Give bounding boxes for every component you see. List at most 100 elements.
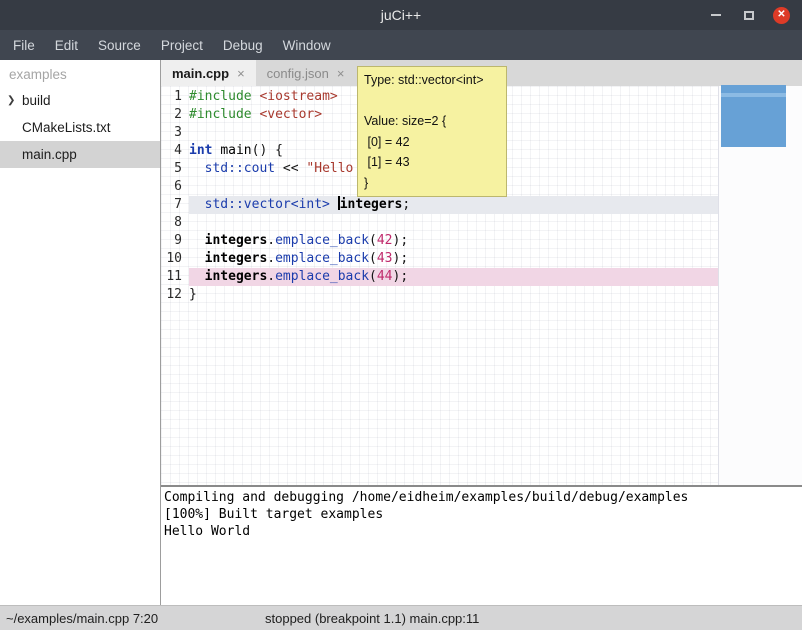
code-token: int	[189, 143, 212, 158]
minimize-icon	[711, 14, 721, 16]
code-token: emplace_back	[275, 233, 369, 248]
close-button[interactable]: ✕	[773, 7, 790, 24]
output-panel[interactable]: Compiling and debugging /home/eidheim/ex…	[161, 487, 802, 605]
line-text: integers.emplace_back(42);	[189, 232, 718, 250]
code-token: std::cout	[205, 161, 275, 176]
expander-arrow-icon[interactable]: ❯	[7, 95, 22, 106]
cursor-position: ~/examples/main.cpp 7:20	[0, 611, 158, 626]
code-token: (	[369, 233, 377, 248]
line-number: 9	[161, 232, 189, 250]
tree-item-label: main.cpp	[22, 147, 77, 162]
tooltip-line: Type: std::vector<int>	[364, 70, 500, 91]
code-token: main	[220, 143, 251, 158]
tab-config-json[interactable]: config.json ×	[256, 60, 356, 86]
project-header: examples	[0, 60, 160, 87]
code-token: #include	[189, 89, 252, 104]
tree-item-cmakelists-txt[interactable]: CMakeLists.txt	[0, 114, 160, 141]
code-token: integers	[340, 197, 403, 212]
code-token	[189, 251, 205, 266]
code-line-7[interactable]: 7 std::vector<int> integers;	[161, 196, 718, 214]
line-number: 12	[161, 286, 189, 304]
code-line-8[interactable]: 8	[161, 214, 718, 232]
window-controls: ✕	[707, 7, 802, 24]
menu-item-project[interactable]: Project	[151, 32, 213, 59]
title-bar[interactable]: juCi++ ✕	[0, 0, 802, 30]
code-token	[189, 269, 205, 284]
tab-close-icon[interactable]: ×	[237, 66, 245, 81]
tab-close-icon[interactable]: ×	[337, 66, 345, 81]
app-window: juCi++ ✕ FileEditSourceProjectDebugWindo…	[0, 0, 802, 630]
restore-button[interactable]	[740, 7, 757, 24]
code-token: .	[267, 251, 275, 266]
line-text	[189, 214, 718, 232]
line-text: }	[189, 286, 718, 304]
menu-bar: FileEditSourceProjectDebugWindow	[0, 30, 802, 60]
tooltip-line	[364, 91, 500, 112]
code-token: );	[393, 269, 409, 284]
line-text: integers.emplace_back(43);	[189, 250, 718, 268]
code-token: () {	[252, 143, 283, 158]
code-token: <<	[275, 161, 306, 176]
tooltip-line: }	[364, 173, 500, 194]
debug-status: stopped (breakpoint 1.1) main.cpp:11	[265, 611, 479, 626]
tooltip-line: [0] = 42	[364, 132, 500, 153]
code-token	[189, 233, 205, 248]
menu-item-file[interactable]: File	[3, 32, 45, 59]
overview-stripe	[721, 93, 786, 97]
code-token: ;	[402, 197, 410, 212]
tree-item-label: build	[22, 93, 51, 108]
code-token: 43	[377, 251, 393, 266]
tooltip-line: [1] = 43	[364, 152, 500, 173]
code-token	[189, 197, 205, 212]
code-token: );	[393, 233, 409, 248]
output-line: Compiling and debugging /home/eidheim/ex…	[164, 489, 799, 506]
main-area: examples ❯build CMakeLists.txt main.cpp ma…	[0, 60, 802, 605]
line-number: 3	[161, 124, 189, 142]
debug-tooltip: Type: std::vector<int> Value: size=2 { […	[357, 66, 507, 197]
code-token: (	[369, 251, 377, 266]
line-text: std::vector<int> integers;	[189, 196, 718, 214]
code-token	[189, 161, 205, 176]
output-line: Hello World	[164, 523, 799, 540]
code-token: 44	[377, 269, 393, 284]
code-token: emplace_back	[275, 251, 369, 266]
code-token: integers	[205, 251, 268, 266]
line-number: 4	[161, 142, 189, 160]
editor-pane: main.cpp×config.json× 1#include <iostrea…	[161, 60, 802, 605]
tree-item-main-cpp[interactable]: main.cpp	[0, 141, 160, 168]
tooltip-line: Value: size=2 {	[364, 111, 500, 132]
menu-item-window[interactable]: Window	[273, 32, 341, 59]
line-number: 10	[161, 250, 189, 268]
code-token: integers	[205, 269, 268, 284]
code-token: (	[369, 269, 377, 284]
tab-label: main.cpp	[172, 66, 229, 81]
menu-item-edit[interactable]: Edit	[45, 32, 88, 59]
code-token: std::vector<int>	[205, 197, 330, 212]
code-token: emplace_back	[275, 269, 369, 284]
code-line-11[interactable]: 11 integers.emplace_back(44);	[161, 268, 718, 286]
code-token: }	[189, 287, 197, 302]
code-token: <vector>	[259, 107, 322, 122]
minimize-button[interactable]	[707, 7, 724, 24]
code-line-10[interactable]: 10 integers.emplace_back(43);	[161, 250, 718, 268]
tab-main-cpp[interactable]: main.cpp ×	[161, 60, 256, 86]
line-number: 1	[161, 88, 189, 106]
code-line-12[interactable]: 12}	[161, 286, 718, 304]
code-token: #include	[189, 107, 252, 122]
output-line: [100%] Built target examples	[164, 506, 799, 523]
code-token: );	[393, 251, 409, 266]
code-line-9[interactable]: 9 integers.emplace_back(42);	[161, 232, 718, 250]
code-token: integers	[205, 233, 268, 248]
menu-item-debug[interactable]: Debug	[213, 32, 273, 59]
line-number: 5	[161, 160, 189, 178]
line-number: 6	[161, 178, 189, 196]
code-token: .	[267, 233, 275, 248]
tree-item-build[interactable]: ❯build	[0, 87, 160, 114]
tree-item-label: CMakeLists.txt	[22, 120, 111, 135]
status-bar: ~/examples/main.cpp 7:20 stopped (breakp…	[0, 605, 802, 630]
menu-item-source[interactable]: Source	[88, 32, 151, 59]
line-number: 2	[161, 106, 189, 124]
line-number: 8	[161, 214, 189, 232]
line-text: integers.emplace_back(44);	[189, 268, 718, 286]
tab-label: config.json	[267, 66, 329, 81]
